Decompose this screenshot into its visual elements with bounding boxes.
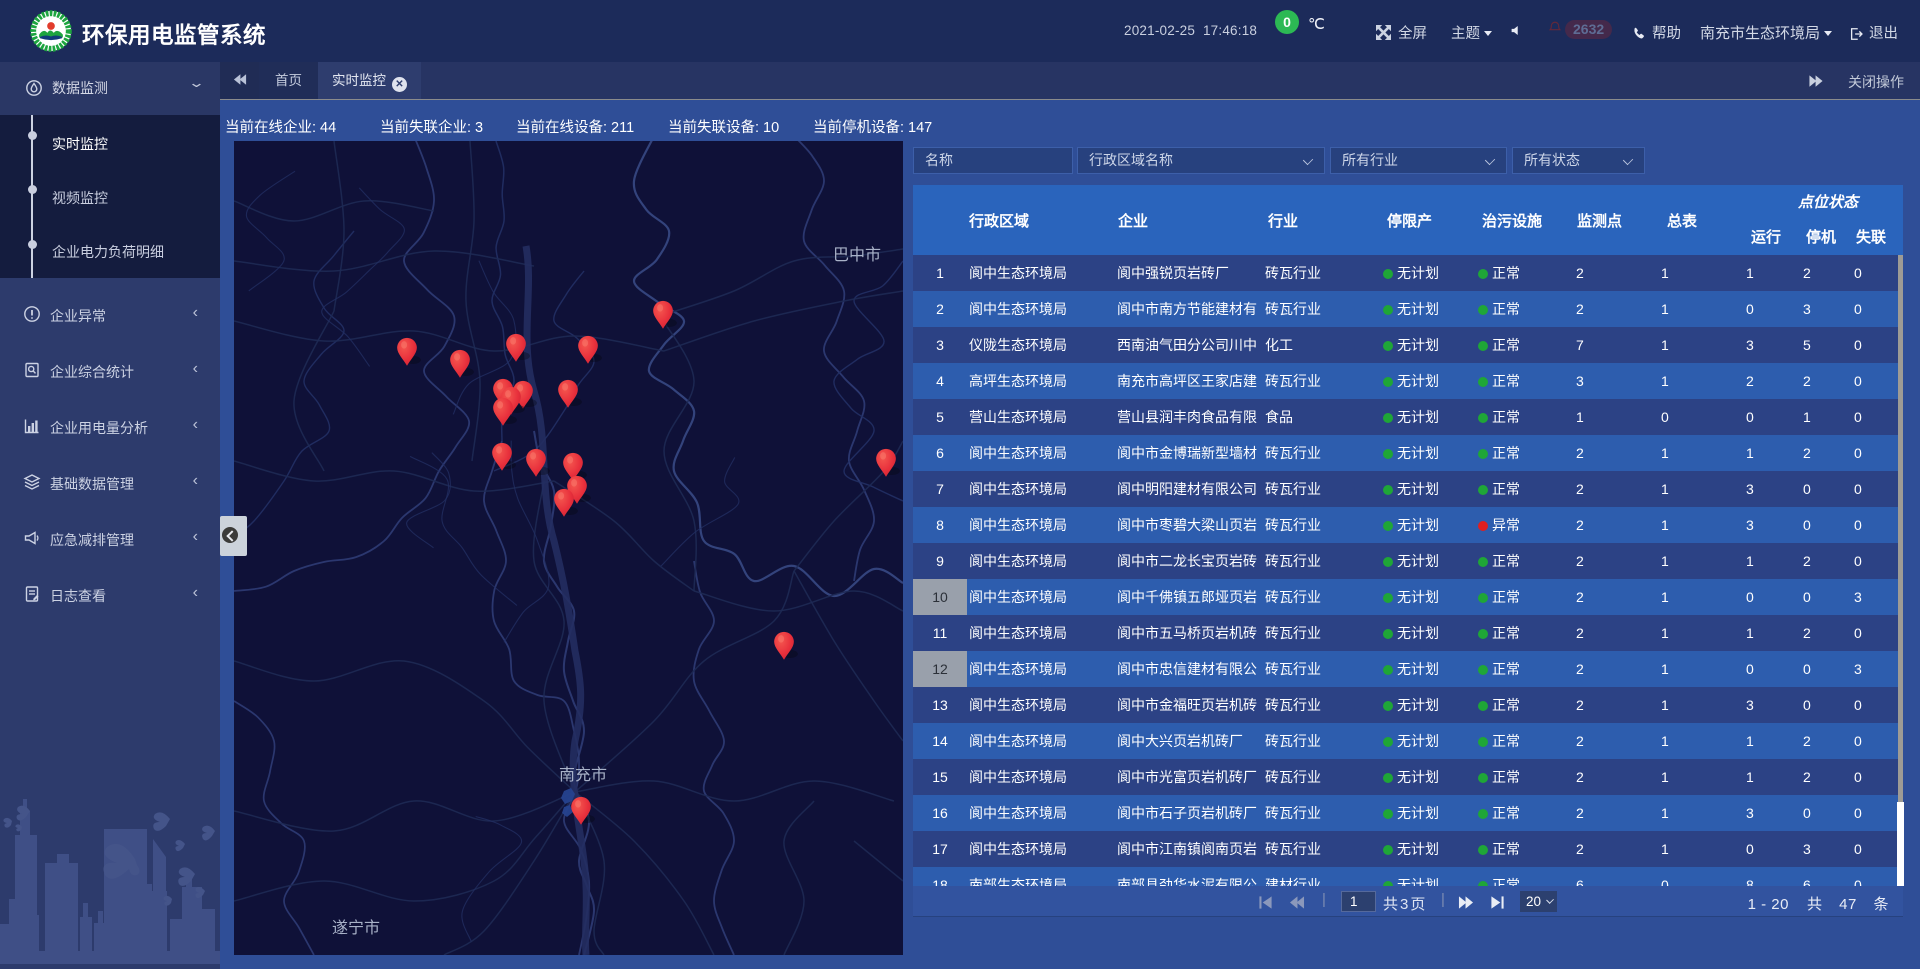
svg-text:巴中市: 巴中市: [833, 246, 881, 264]
svg-text:南充市: 南充市: [559, 766, 607, 784]
svg-text:遂宁市: 遂宁市: [332, 919, 380, 937]
